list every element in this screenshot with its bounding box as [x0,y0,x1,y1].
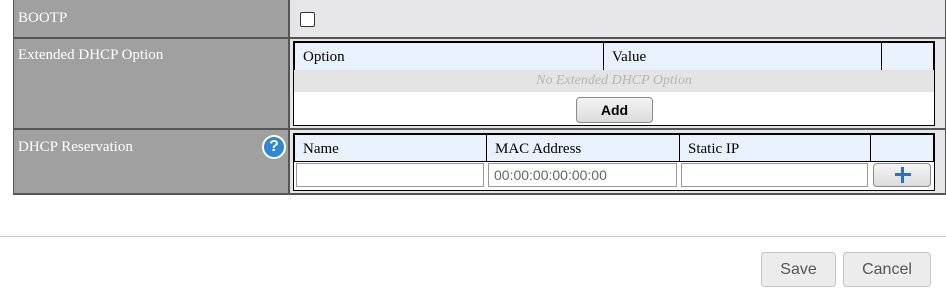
cancel-button[interactable]: Cancel [843,252,931,287]
bootp-label: BOOTP [18,10,68,26]
ext-dhcp-col-value: Value [603,42,882,71]
ext-dhcp-table: Option Value No Extended DHCP Option Add [293,41,935,126]
reservation-col-static-ip: Static IP [679,134,871,162]
reservation-name-input[interactable] [296,163,484,187]
reservation-col-actions [870,134,934,162]
reservation-col-mac: MAC Address [486,134,680,162]
reservation-label: DHCP Reservation [18,139,133,155]
bootp-row-label: BOOTP [14,0,288,37]
ext-dhcp-empty-message: No Extended DHCP Option [294,70,934,92]
reservation-row-value: Name MAC Address Static IP [290,130,945,193]
reservation-static-ip-input[interactable] [681,163,868,187]
save-button[interactable]: Save [761,252,836,287]
plus-icon [895,167,911,183]
ext-dhcp-row-label: Extended DHCP Option [14,39,288,128]
reservation-col-name: Name [294,134,487,162]
bootp-row-value [290,0,945,37]
ext-dhcp-col-actions [881,42,934,71]
reservation-mac-input[interactable] [488,163,677,187]
dhcp-settings-form: BOOTP Extended DHCP Option Option Value … [13,0,946,195]
question-icon[interactable]: ? [262,135,286,159]
footer-divider [0,236,946,237]
ext-dhcp-add-button[interactable]: Add [576,97,653,123]
reservation-row-label: DHCP Reservation [14,130,288,193]
ext-dhcp-row-value: Option Value No Extended DHCP Option Add [290,39,945,128]
reservation-table: Name MAC Address Static IP [293,133,935,191]
ext-dhcp-col-option: Option [294,42,604,71]
reservation-add-button[interactable] [873,163,931,187]
ext-dhcp-label: Extended DHCP Option [18,47,164,63]
bootp-checkbox[interactable] [300,12,315,27]
